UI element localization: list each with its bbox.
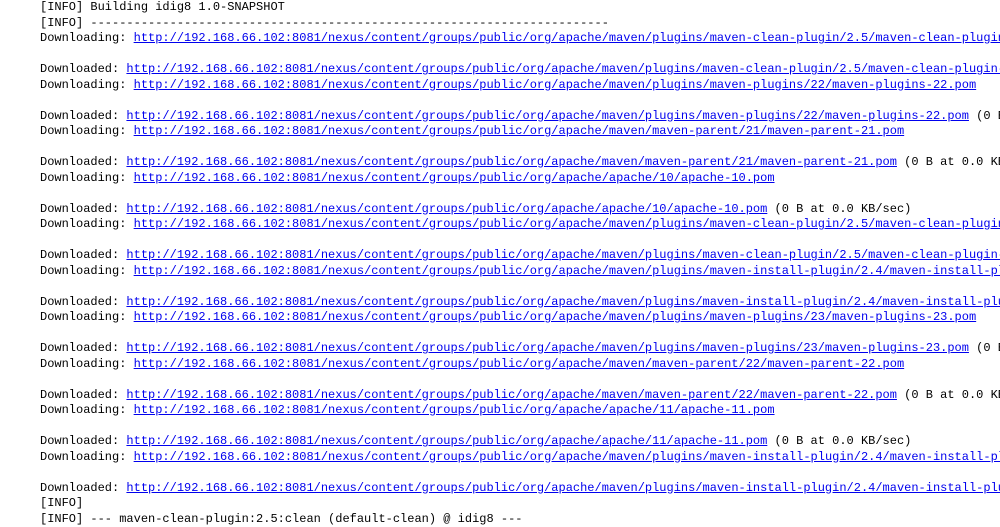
artifact-link[interactable]: http://192.168.66.102:8081/nexus/content… bbox=[126, 341, 969, 355]
console-line: Downloading: http://192.168.66.102:8081/… bbox=[40, 403, 1000, 419]
console-line bbox=[40, 279, 1000, 295]
download-stats: (0 B at 0.0 KB/sec) bbox=[897, 388, 1000, 402]
console-line: Downloading: http://192.168.66.102:8081/… bbox=[40, 171, 1000, 187]
downloading-label: Downloading: bbox=[40, 403, 134, 417]
downloaded-label: Downloaded: bbox=[40, 248, 126, 262]
console-line: Downloaded: http://192.168.66.102:8081/n… bbox=[40, 109, 1000, 125]
console-line: Downloading: http://192.168.66.102:8081/… bbox=[40, 357, 1000, 373]
console-line bbox=[40, 140, 1000, 156]
downloading-label: Downloading: bbox=[40, 357, 134, 371]
console-line: Downloaded: http://192.168.66.102:8081/n… bbox=[40, 155, 1000, 171]
download-stats: (0 B at 0.0 KB/sec) bbox=[767, 434, 911, 448]
console-line: Downloading: http://192.168.66.102:8081/… bbox=[40, 124, 1000, 140]
artifact-link[interactable]: http://192.168.66.102:8081/nexus/content… bbox=[134, 357, 905, 371]
console-line: Downloaded: http://192.168.66.102:8081/n… bbox=[40, 248, 1000, 264]
maven-console-output: [INFO] Building idig8 1.0-SNAPSHOT[INFO]… bbox=[40, 0, 1000, 527]
console-line bbox=[40, 465, 1000, 481]
downloaded-label: Downloaded: bbox=[40, 202, 126, 216]
downloading-label: Downloading: bbox=[40, 450, 134, 464]
artifact-link[interactable]: http://192.168.66.102:8081/nexus/content… bbox=[134, 217, 1000, 231]
downloading-label: Downloading: bbox=[40, 264, 134, 278]
artifact-link[interactable]: http://192.168.66.102:8081/nexus/content… bbox=[126, 109, 969, 123]
artifact-link[interactable]: http://192.168.66.102:8081/nexus/content… bbox=[126, 388, 897, 402]
console-line: Downloaded: http://192.168.66.102:8081/n… bbox=[40, 202, 1000, 218]
console-line bbox=[40, 93, 1000, 109]
console-line: Downloaded: http://192.168.66.102:8081/n… bbox=[40, 481, 1000, 497]
console-line bbox=[40, 186, 1000, 202]
downloading-label: Downloading: bbox=[40, 171, 134, 185]
downloaded-label: Downloaded: bbox=[40, 481, 126, 495]
artifact-link[interactable]: http://192.168.66.102:8081/nexus/content… bbox=[134, 31, 1000, 45]
artifact-link[interactable]: http://192.168.66.102:8081/nexus/content… bbox=[126, 481, 1000, 495]
download-stats: (0 B at 0.0 KB/sec) bbox=[969, 109, 1000, 123]
console-line: Downloading: http://192.168.66.102:8081/… bbox=[40, 264, 1000, 280]
download-stats: (0 B at 0.0 KB/sec) bbox=[767, 202, 911, 216]
artifact-link[interactable]: http://192.168.66.102:8081/nexus/content… bbox=[134, 124, 905, 138]
console-line bbox=[40, 419, 1000, 435]
downloaded-label: Downloaded: bbox=[40, 155, 126, 169]
console-line: Downloading: http://192.168.66.102:8081/… bbox=[40, 450, 1000, 466]
console-line bbox=[40, 233, 1000, 249]
console-line: [INFO] --- maven-clean-plugin:2.5:clean … bbox=[40, 512, 1000, 527]
console-line: Downloading: http://192.168.66.102:8081/… bbox=[40, 78, 1000, 94]
console-line bbox=[40, 326, 1000, 342]
artifact-link[interactable]: http://192.168.66.102:8081/nexus/content… bbox=[126, 295, 1000, 309]
console-line: [INFO] ---------------------------------… bbox=[40, 16, 1000, 32]
download-stats: (0 B at 0.0 KB/sec) bbox=[969, 341, 1000, 355]
downloaded-label: Downloaded: bbox=[40, 341, 126, 355]
downloading-label: Downloading: bbox=[40, 78, 134, 92]
downloaded-label: Downloaded: bbox=[40, 295, 126, 309]
artifact-link[interactable]: http://192.168.66.102:8081/nexus/content… bbox=[126, 202, 767, 216]
artifact-link[interactable]: http://192.168.66.102:8081/nexus/content… bbox=[134, 310, 977, 324]
downloaded-label: Downloaded: bbox=[40, 388, 126, 402]
artifact-link[interactable]: http://192.168.66.102:8081/nexus/content… bbox=[126, 248, 1000, 262]
artifact-link[interactable]: http://192.168.66.102:8081/nexus/content… bbox=[134, 171, 775, 185]
console-line: Downloading: http://192.168.66.102:8081/… bbox=[40, 31, 1000, 47]
artifact-link[interactable]: http://192.168.66.102:8081/nexus/content… bbox=[134, 78, 977, 92]
artifact-link[interactable]: http://192.168.66.102:8081/nexus/content… bbox=[134, 403, 775, 417]
downloaded-label: Downloaded: bbox=[40, 434, 126, 448]
console-line: Downloading: http://192.168.66.102:8081/… bbox=[40, 310, 1000, 326]
artifact-link[interactable]: http://192.168.66.102:8081/nexus/content… bbox=[126, 434, 767, 448]
downloading-label: Downloading: bbox=[40, 310, 134, 324]
console-line bbox=[40, 47, 1000, 63]
console-line: Downloaded: http://192.168.66.102:8081/n… bbox=[40, 341, 1000, 357]
artifact-link[interactable]: http://192.168.66.102:8081/nexus/content… bbox=[126, 62, 1000, 76]
downloading-label: Downloading: bbox=[40, 31, 134, 45]
downloading-label: Downloading: bbox=[40, 124, 134, 138]
console-line: Downloaded: http://192.168.66.102:8081/n… bbox=[40, 295, 1000, 311]
download-stats: (0 B at 0.0 KB/sec) bbox=[897, 155, 1000, 169]
downloaded-label: Downloaded: bbox=[40, 109, 126, 123]
console-line: Downloaded: http://192.168.66.102:8081/n… bbox=[40, 434, 1000, 450]
artifact-link[interactable]: http://192.168.66.102:8081/nexus/content… bbox=[134, 450, 1000, 464]
artifact-link[interactable]: http://192.168.66.102:8081/nexus/content… bbox=[126, 155, 897, 169]
console-line: Downloaded: http://192.168.66.102:8081/n… bbox=[40, 388, 1000, 404]
console-line: Downloading: http://192.168.66.102:8081/… bbox=[40, 217, 1000, 233]
console-line: Downloaded: http://192.168.66.102:8081/n… bbox=[40, 62, 1000, 78]
console-line: [INFO] Building idig8 1.0-SNAPSHOT bbox=[40, 0, 1000, 16]
downloading-label: Downloading: bbox=[40, 217, 134, 231]
artifact-link[interactable]: http://192.168.66.102:8081/nexus/content… bbox=[134, 264, 1000, 278]
downloaded-label: Downloaded: bbox=[40, 62, 126, 76]
console-line bbox=[40, 372, 1000, 388]
